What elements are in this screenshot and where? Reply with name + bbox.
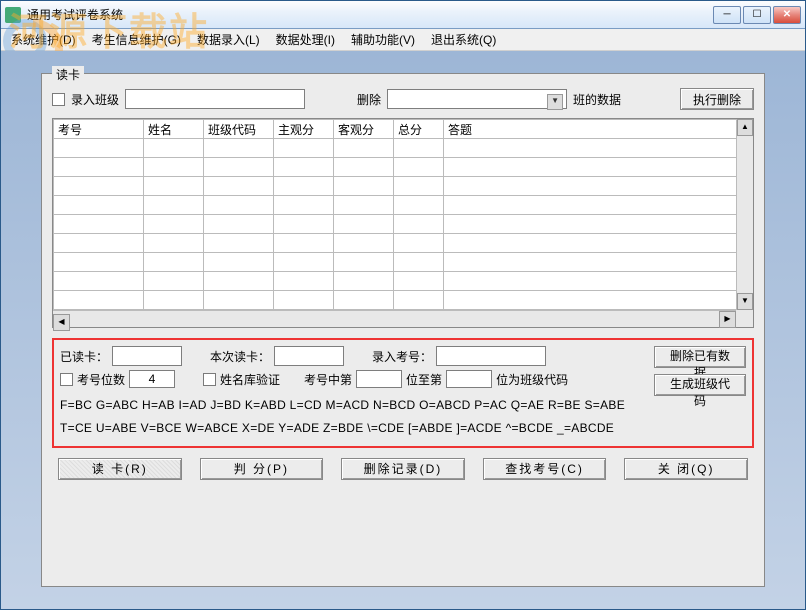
close-button[interactable]: ✕ — [773, 6, 801, 24]
highlighted-section: 已读卡： 本次读卡： 录入考号： 考号位数 — [52, 338, 754, 448]
scroll-corner — [736, 310, 753, 327]
table-row[interactable] — [54, 291, 753, 310]
col-answers[interactable]: 答题 — [444, 120, 753, 139]
codes-line-2: T=CE U=ABE V=BCE W=ABCE X=DE Y=ADE Z=BDE… — [60, 417, 646, 440]
score-button[interactable]: 判 分(P) — [200, 458, 324, 480]
read-count-label: 已读卡： — [60, 348, 108, 365]
exam-digits-label: 考号位数 — [77, 371, 125, 388]
top-row: 录入班级 删除 班的数据 执行删除 — [52, 88, 754, 110]
input-exam-label: 录入考号： — [372, 348, 432, 365]
delete-label: 删除 — [357, 91, 381, 108]
table-row[interactable] — [54, 234, 753, 253]
bottom-button-row: 读 卡(R) 判 分(P) 删除记录(D) 查找考号(C) 关 闭(Q) — [52, 458, 754, 480]
read-card-button[interactable]: 读 卡(R) — [58, 458, 182, 480]
read-count-input[interactable] — [112, 346, 182, 366]
delete-record-button[interactable]: 删除记录(D) — [341, 458, 465, 480]
name-db-label: 姓名库验证 — [220, 371, 280, 388]
class-data-label: 班的数据 — [573, 91, 621, 108]
record-class-label: 录入班级 — [71, 91, 119, 108]
minimize-button[interactable]: ─ — [713, 6, 741, 24]
exam-digits-input[interactable] — [129, 370, 175, 388]
generate-class-code-button[interactable]: 生成班级代码 — [654, 374, 746, 396]
col-total[interactable]: 总分 — [394, 120, 444, 139]
delete-class-select[interactable] — [387, 89, 567, 109]
col-name[interactable]: 姓名 — [144, 120, 204, 139]
name-db-checkbox[interactable] — [203, 373, 216, 386]
mid-label-a: 考号中第 — [304, 371, 352, 388]
table-row[interactable] — [54, 215, 753, 234]
client-area: 读卡 录入班级 删除 班的数据 执行删除 考号 — [1, 51, 805, 609]
horizontal-scrollbar[interactable] — [53, 310, 736, 327]
col-subjective[interactable]: 主观分 — [274, 120, 334, 139]
table-row[interactable] — [54, 177, 753, 196]
table-row[interactable] — [54, 196, 753, 215]
watermark-text: 河源下载站 — [9, 1, 209, 56]
data-table: 考号 姓名 班级代码 主观分 客观分 总分 答题 — [53, 119, 753, 310]
this-read-label: 本次读卡： — [210, 348, 270, 365]
record-class-input[interactable] — [125, 89, 305, 109]
this-read-input[interactable] — [274, 346, 344, 366]
mid-label-c: 位为班级代码 — [496, 371, 568, 388]
data-table-wrap: 考号 姓名 班级代码 主观分 客观分 总分 答题 — [52, 118, 754, 328]
panel-title: 读卡 — [52, 66, 84, 83]
pos-from-input[interactable] — [356, 370, 402, 388]
col-class-code[interactable]: 班级代码 — [204, 120, 274, 139]
table-row[interactable] — [54, 139, 753, 158]
col-objective[interactable]: 客观分 — [334, 120, 394, 139]
delete-existing-button[interactable]: 删除已有数据 — [654, 346, 746, 368]
col-exam-no[interactable]: 考号 — [54, 120, 144, 139]
exam-digits-checkbox[interactable] — [60, 373, 73, 386]
read-card-panel: 读卡 录入班级 删除 班的数据 执行删除 考号 — [41, 73, 765, 587]
pos-to-input[interactable] — [446, 370, 492, 388]
record-class-checkbox[interactable] — [52, 93, 65, 106]
menu-data-process[interactable]: 数据处理(I) — [270, 29, 341, 50]
menu-aux[interactable]: 辅助功能(V) — [345, 29, 421, 50]
table-row[interactable] — [54, 158, 753, 177]
answer-codes: F=BC G=ABC H=AB I=AD J=BD K=ABD L=CD M=A… — [60, 394, 646, 440]
maximize-button[interactable]: ☐ — [743, 6, 771, 24]
vertical-scrollbar[interactable] — [736, 119, 753, 310]
main-window: 通用考试评卷系统 ─ ☐ ✕ 系统维护(D) 考生信息维护(G) 数据录入(L)… — [0, 0, 806, 610]
find-exam-button[interactable]: 查找考号(C) — [483, 458, 607, 480]
mid-label-b: 位至第 — [406, 371, 442, 388]
codes-line-1: F=BC G=ABC H=AB I=AD J=BD K=ABD L=CD M=A… — [60, 394, 646, 417]
input-exam-input[interactable] — [436, 346, 546, 366]
menu-exit[interactable]: 退出系统(Q) — [425, 29, 502, 50]
close-panel-button[interactable]: 关 闭(Q) — [624, 458, 748, 480]
table-row[interactable] — [54, 253, 753, 272]
table-row[interactable] — [54, 272, 753, 291]
execute-delete-button[interactable]: 执行删除 — [680, 88, 754, 110]
